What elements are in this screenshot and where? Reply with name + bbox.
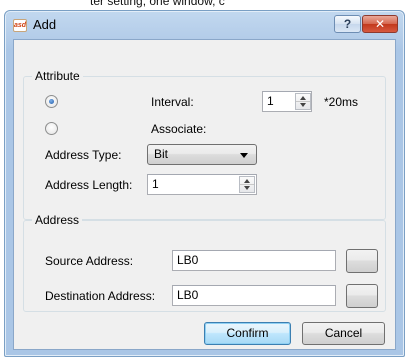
close-button[interactable]: ✕ <box>362 15 398 33</box>
address-length-spinner[interactable] <box>239 176 255 193</box>
destination-address-browse-button[interactable] <box>346 284 378 308</box>
spin-divider <box>240 184 254 185</box>
app-icon-text: asd <box>14 22 27 29</box>
address-type-select[interactable]: Bit <box>147 144 257 165</box>
spin-up-icon <box>244 179 250 183</box>
interval-label: Interval: <box>151 95 194 109</box>
chevron-down-icon <box>240 153 248 158</box>
associate-label: Associate: <box>151 122 207 136</box>
address-type-label: Address Type: <box>45 148 122 162</box>
spin-down-icon <box>300 103 306 107</box>
help-button[interactable]: ? <box>334 15 361 33</box>
background-text: ter setting, one window, c <box>90 0 225 8</box>
source-address-browse-button[interactable] <box>346 249 378 273</box>
address-group-title: Address <box>32 213 83 227</box>
source-address-label: Source Address: <box>45 254 134 268</box>
add-dialog: asd Add ? ✕ Attribute Interval: 1 *20ms … <box>4 10 405 357</box>
interval-radio[interactable] <box>45 95 58 108</box>
spin-divider <box>296 101 310 102</box>
destination-address-label: Destination Address: <box>45 289 156 303</box>
confirm-button[interactable]: Confirm <box>204 322 291 345</box>
address-type-value: Bit <box>154 147 169 161</box>
spin-up-icon <box>300 96 306 100</box>
attribute-group-title: Attribute <box>32 69 83 83</box>
source-address-input[interactable]: LB0 <box>172 250 336 271</box>
interval-unit-label: *20ms <box>324 95 359 109</box>
app-icon: asd <box>13 19 27 32</box>
address-length-label: Address Length: <box>45 178 133 192</box>
destination-address-input[interactable]: LB0 <box>172 285 336 306</box>
associate-radio[interactable] <box>45 122 58 135</box>
spin-down-icon <box>244 186 250 190</box>
title-bar[interactable]: asd Add ? ✕ <box>5 11 404 39</box>
dialog-title: Add <box>33 17 57 32</box>
interval-spinner[interactable] <box>295 93 311 110</box>
cancel-button[interactable]: Cancel <box>302 322 385 345</box>
dialog-content: Attribute Interval: 1 *20ms Associate: A… <box>13 39 396 350</box>
